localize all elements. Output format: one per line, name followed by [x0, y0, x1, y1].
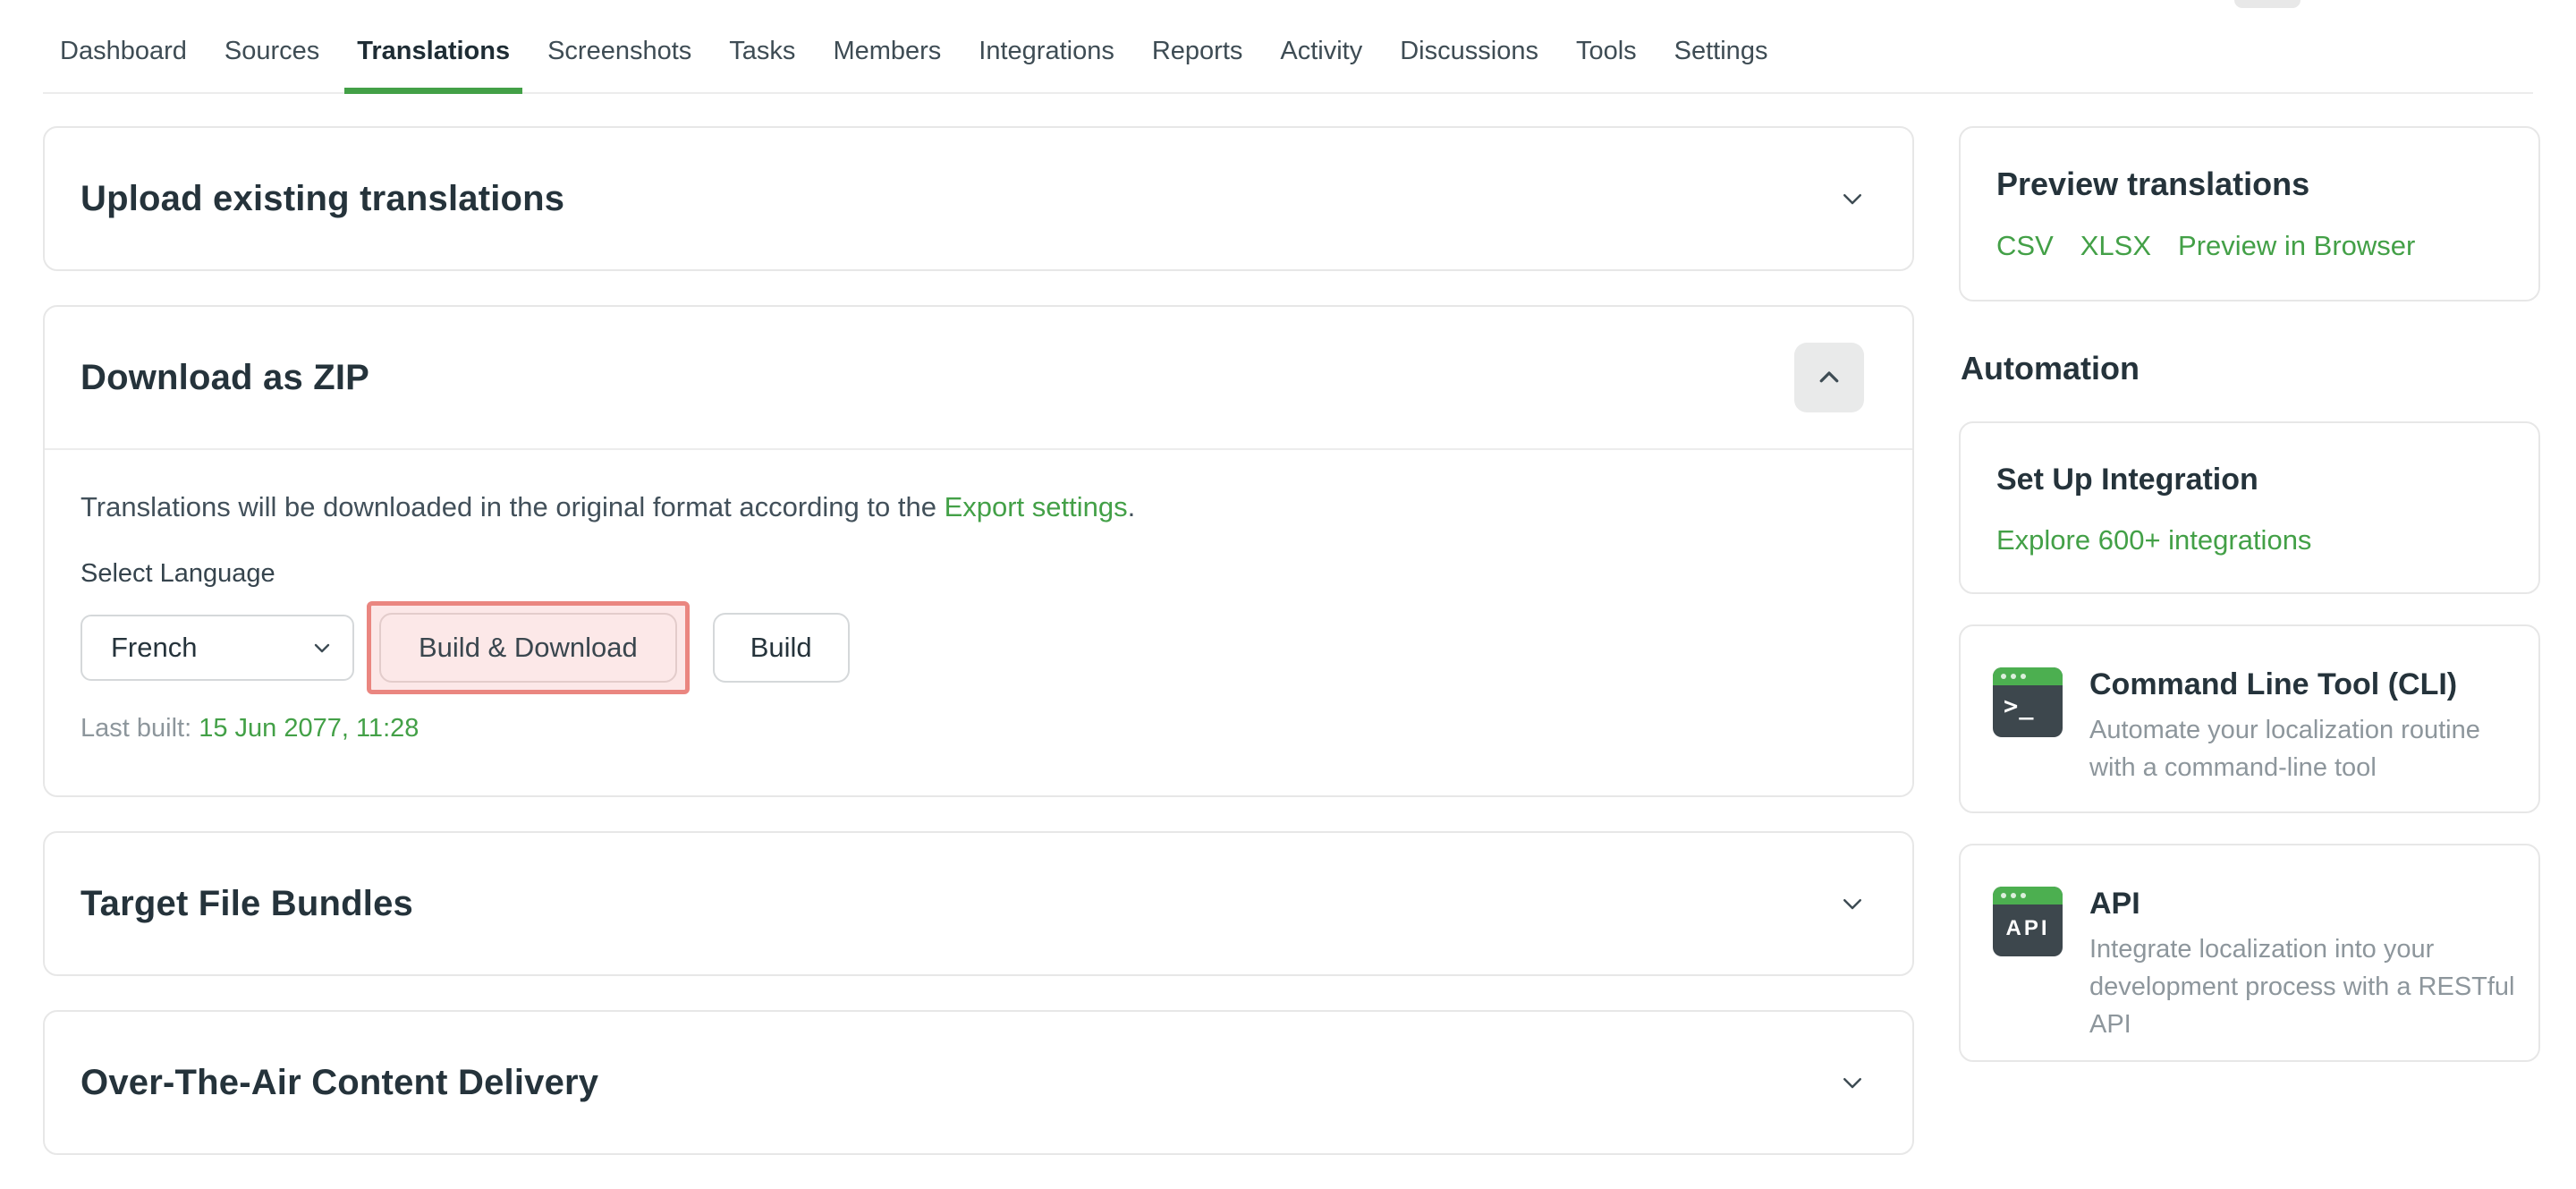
preview-translations-card: Preview translations CSV XLSX Preview in…: [1959, 126, 2540, 301]
download-description: Translations will be downloaded in the o…: [80, 491, 1877, 523]
api-card-title: API: [2089, 887, 2519, 921]
chevron-down-icon[interactable]: [1839, 185, 1866, 212]
window-dot-icon: [2011, 674, 2016, 679]
nav-tab-settings[interactable]: Settings: [1674, 11, 1768, 92]
annotation-highlight-box: Build & Download: [367, 601, 690, 694]
panel-ota-title: Over-The-Air Content Delivery: [80, 1063, 598, 1103]
nav-tab-sources[interactable]: Sources: [225, 11, 319, 92]
last-built-label: Last built:: [80, 714, 191, 743]
download-description-period: .: [1128, 491, 1136, 522]
nav-tab-activity[interactable]: Activity: [1280, 11, 1362, 92]
explore-integrations-link[interactable]: Explore 600+ integrations: [1996, 524, 2311, 556]
terminal-icon-titlebar: [1993, 667, 2063, 685]
api-icon-label: API: [1993, 916, 2063, 941]
automation-heading: Automation: [1961, 350, 2540, 387]
xlsx-link[interactable]: XLSX: [2080, 230, 2151, 262]
preview-translations-title: Preview translations: [1996, 166, 2503, 203]
set-up-integration-title: Set Up Integration: [1996, 463, 2503, 497]
panel-download-header[interactable]: Download as ZIP: [45, 307, 1912, 448]
window-dot-icon: [2001, 674, 2006, 679]
window-dot-icon: [2001, 893, 2006, 898]
last-built-status: Last built: 15 Jun 2077, 11:28: [80, 714, 1877, 743]
csv-link[interactable]: CSV: [1996, 230, 2054, 262]
panel-ota-header[interactable]: Over-The-Air Content Delivery: [45, 1012, 1912, 1153]
nav-tab-tools[interactable]: Tools: [1576, 11, 1637, 92]
nav-tab-members[interactable]: Members: [833, 11, 941, 92]
api-card[interactable]: API API Integrate localization into your…: [1959, 844, 2540, 1062]
chevron-down-icon[interactable]: [1839, 1069, 1866, 1096]
last-built-value: 15 Jun 2077, 11:28: [199, 714, 419, 743]
panel-upload-header[interactable]: Upload existing translations: [45, 128, 1912, 269]
terminal-icon: >_: [1993, 667, 2063, 737]
chevron-down-icon: [311, 637, 333, 658]
panel-ota-content-delivery: Over-The-Air Content Delivery: [43, 1010, 1914, 1155]
api-icon-titlebar: [1993, 887, 2063, 904]
window-dot-icon: [2021, 674, 2026, 679]
nav-tab-translations[interactable]: Translations: [357, 11, 510, 92]
cli-card-title: Command Line Tool (CLI): [2089, 667, 2519, 702]
select-language-label: Select Language: [80, 559, 1877, 589]
download-description-text: Translations will be downloaded in the o…: [80, 491, 945, 522]
panel-bundles-header[interactable]: Target File Bundles: [45, 833, 1912, 974]
main-column: Upload existing translations Download as…: [43, 126, 1914, 1189]
cli-card-text: Command Line Tool (CLI) Automate your lo…: [2089, 667, 2519, 770]
build-and-download-button[interactable]: Build & Download: [379, 613, 677, 683]
nav-tab-discussions[interactable]: Discussions: [1400, 11, 1538, 92]
panel-upload-title: Upload existing translations: [80, 179, 564, 219]
project-nav: Dashboard Sources Translations Screensho…: [43, 0, 2533, 94]
set-up-integration-card: Set Up Integration Explore 600+ integrat…: [1959, 421, 2540, 594]
window-dot-icon: [2011, 893, 2016, 898]
language-select[interactable]: French: [80, 615, 354, 681]
build-button[interactable]: Build: [713, 613, 850, 683]
nav-tab-screenshots[interactable]: Screenshots: [547, 11, 691, 92]
terminal-prompt-glyph: >_: [1993, 685, 2063, 720]
cli-card-description: Automate your localization routine with …: [2089, 711, 2519, 786]
cli-tool-card[interactable]: >_ Command Line Tool (CLI) Automate your…: [1959, 624, 2540, 813]
preview-links-row: CSV XLSX Preview in Browser: [1996, 230, 2503, 262]
api-card-text: API Integrate localization into your dev…: [2089, 887, 2519, 1019]
panel-download-as-zip: Download as ZIP Translations will be dow…: [43, 305, 1914, 797]
preview-in-browser-link[interactable]: Preview in Browser: [2178, 230, 2415, 262]
panel-target-file-bundles: Target File Bundles: [43, 831, 1914, 976]
sidebar: Preview translations CSV XLSX Preview in…: [1959, 126, 2540, 1189]
export-settings-link[interactable]: Export settings: [945, 491, 1128, 522]
nav-tab-tasks[interactable]: Tasks: [729, 11, 795, 92]
nav-tab-integrations[interactable]: Integrations: [979, 11, 1114, 92]
api-card-description: Integrate localization into your develop…: [2089, 930, 2519, 1043]
chevron-down-icon[interactable]: [1839, 890, 1866, 917]
panel-download-title: Download as ZIP: [80, 358, 369, 398]
nav-tab-dashboard[interactable]: Dashboard: [60, 11, 187, 92]
collapse-panel-button[interactable]: [1794, 343, 1864, 412]
panel-bundles-title: Target File Bundles: [80, 884, 413, 924]
api-window-icon: API: [1993, 887, 2063, 956]
nav-tab-reports[interactable]: Reports: [1152, 11, 1243, 92]
language-select-value: French: [111, 632, 197, 664]
panel-upload-existing-translations: Upload existing translations: [43, 126, 1914, 271]
chevron-up-icon: [1816, 364, 1843, 391]
download-controls-row: French Build & Download Build: [80, 601, 1877, 694]
panel-download-body: Translations will be downloaded in the o…: [45, 450, 1912, 795]
window-dot-icon: [2021, 893, 2026, 898]
